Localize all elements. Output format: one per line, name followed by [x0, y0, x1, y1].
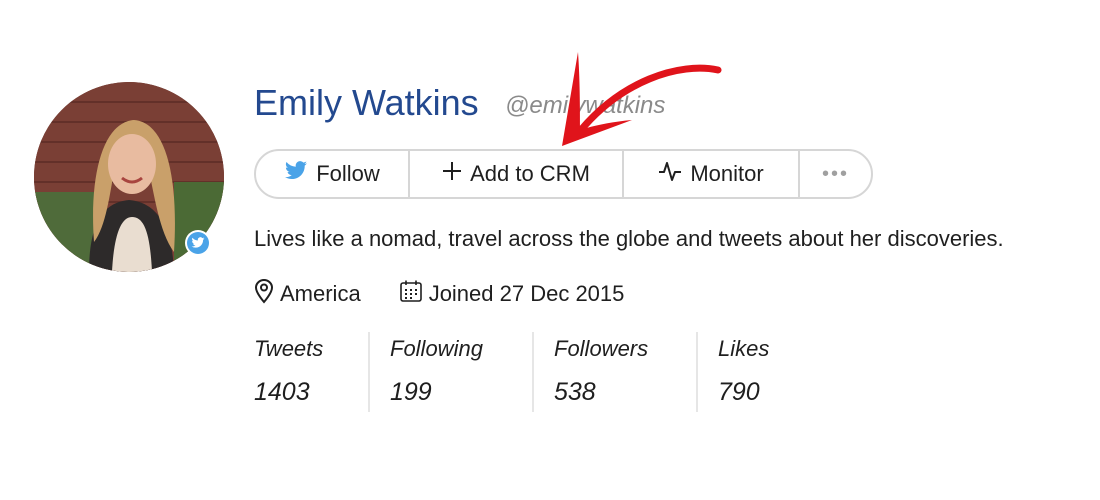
calendar-icon — [399, 279, 423, 309]
stat-followers[interactable]: Followers 538 — [532, 332, 696, 412]
verified-badge — [185, 230, 211, 256]
follow-label: Follow — [316, 161, 380, 186]
map-pin-icon — [254, 278, 274, 310]
profile-name: Emily Watkins — [254, 82, 479, 123]
location-item: America — [254, 278, 361, 310]
stat-value: 1403 — [254, 378, 310, 406]
add-to-crm-button[interactable]: Add to CRM — [410, 151, 624, 197]
stat-label: Tweets — [254, 336, 324, 361]
monitor-button[interactable]: Monitor — [624, 151, 800, 197]
joined-text: Joined 27 Dec 2015 — [428, 281, 625, 306]
profile-meta: America Joined 27 Dec 2015 — [254, 278, 624, 310]
profile-bio: Lives like a nomad, travel across the gl… — [254, 226, 1004, 251]
profile-handle[interactable]: @emilywatkins — [505, 92, 665, 120]
follow-button[interactable]: Follow — [256, 151, 410, 197]
stat-label: Followers — [554, 336, 649, 361]
stat-value: 538 — [554, 378, 596, 406]
joined-item: Joined 27 Dec 2015 — [399, 279, 625, 309]
more-dots-icon: ••• — [821, 162, 849, 185]
stat-likes[interactable]: Likes 790 — [696, 332, 820, 412]
twitter-verified-icon — [187, 232, 209, 254]
more-options-button[interactable]: ••• — [800, 151, 871, 197]
add-to-crm-label: Add to CRM — [470, 161, 590, 186]
profile-action-bar: Follow Add to CRM Monitor ••• — [254, 149, 873, 199]
stat-value: 199 — [390, 378, 432, 406]
pulse-icon — [658, 160, 682, 188]
stat-label: Following — [390, 336, 483, 361]
stat-value: 790 — [718, 378, 760, 406]
stat-following[interactable]: Following 199 — [368, 332, 532, 412]
twitter-bird-icon — [284, 161, 308, 187]
monitor-label: Monitor — [690, 161, 764, 186]
profile-stats: Tweets 1403 Following 199 Followers 538 … — [254, 332, 820, 412]
stat-tweets[interactable]: Tweets 1403 — [254, 332, 368, 412]
stat-label: Likes — [718, 336, 770, 361]
location-text: America — [280, 281, 361, 306]
plus-icon — [442, 161, 462, 187]
